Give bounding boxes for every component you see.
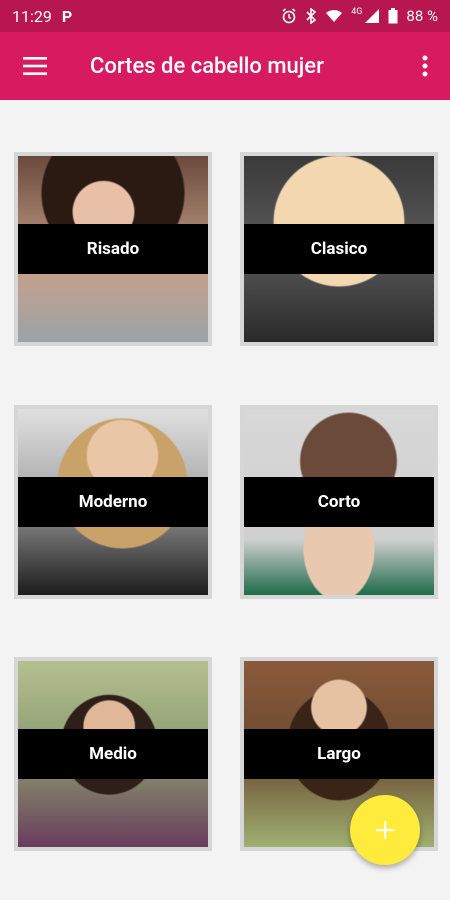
signal-icon (364, 7, 380, 25)
more-vert-icon (422, 55, 428, 77)
more-options-button[interactable] (400, 32, 450, 100)
app-bar: Cortes de cabello mujer (0, 32, 450, 100)
category-card-corto[interactable]: Corto (240, 405, 438, 599)
category-card-moderno[interactable]: Moderno (14, 405, 212, 599)
alarm-icon (281, 7, 297, 25)
category-label: Corto (244, 477, 434, 527)
menu-button[interactable] (0, 32, 70, 100)
app-notification-icon: P (61, 6, 73, 26)
category-card-medio[interactable]: Medio (14, 657, 212, 851)
page-title: Cortes de cabello mujer (90, 53, 324, 79)
plus-icon (376, 821, 394, 839)
category-card-clasico[interactable]: Clasico (240, 152, 438, 346)
network-type: 4G (351, 7, 363, 17)
category-label: Risado (18, 224, 208, 274)
wifi-icon (325, 7, 343, 25)
battery-percent: 88 % (406, 7, 438, 25)
bluetooth-icon (305, 7, 317, 25)
category-label: Moderno (18, 477, 208, 527)
category-label: Clasico (244, 224, 434, 274)
category-label: Medio (18, 729, 208, 779)
category-grid: Risado Clasico Moderno Corto Medio Largo (0, 100, 450, 900)
battery-icon (388, 7, 398, 25)
status-time: 11:29 (12, 6, 52, 26)
hamburger-icon (23, 57, 47, 75)
status-bar: 11:29 P 4G 88 % (0, 0, 450, 32)
add-button[interactable] (350, 795, 420, 865)
category-label: Largo (244, 729, 434, 779)
category-card-risado[interactable]: Risado (14, 152, 212, 346)
